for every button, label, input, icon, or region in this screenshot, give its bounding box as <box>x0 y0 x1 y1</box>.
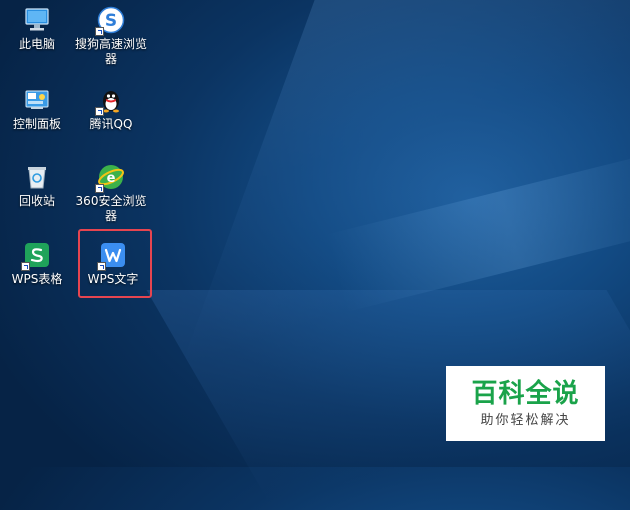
computer-icon <box>23 6 51 34</box>
watermark-badge: 百科全说 助你轻松解决 <box>446 366 605 441</box>
svg-text:e: e <box>107 171 116 186</box>
wallpaper-light-beam <box>325 147 630 313</box>
desktop-icon-label: 搜狗高速浏览器 <box>74 37 147 66</box>
desktop-icon-wps-spreadsheet[interactable]: WPS表格 <box>0 241 74 287</box>
desktop-icon-360-browser[interactable]: e 360安全浏览器 <box>74 163 148 224</box>
wallpaper-light-beam <box>183 0 630 360</box>
watermark-subtitle: 助你轻松解决 <box>480 413 571 428</box>
svg-text:S: S <box>105 11 117 31</box>
desktop-icon-control-panel[interactable]: 控制面板 <box>0 86 74 132</box>
desktop-icon-label: 回收站 <box>18 194 55 208</box>
qq-penguin-icon <box>95 86 125 116</box>
desktop-icon-label: 腾讯QQ <box>89 117 133 131</box>
desktop-icon-recycle-bin[interactable]: 回收站 <box>0 163 74 209</box>
desktop-icon-label: WPS表格 <box>11 272 63 286</box>
desktop-icon-this-pc[interactable]: 此电脑 <box>0 6 74 52</box>
watermark-title: 百科全说 <box>471 379 580 409</box>
control-panel-icon <box>23 86 51 114</box>
selection-highlight-box <box>78 229 152 298</box>
desktop-icon-qq[interactable]: 腾讯QQ <box>74 86 148 132</box>
desktop-icon-label: 360安全浏览器 <box>75 194 147 223</box>
desktop-icon-label: 此电脑 <box>18 37 55 51</box>
360-browser-icon: e <box>95 163 125 193</box>
wps-spreadsheet-icon <box>21 241 51 271</box>
desktop-icon-sogou-browser[interactable]: S 搜狗高速浏览器 <box>74 6 148 67</box>
sogou-browser-icon: S <box>95 6 125 36</box>
recycle-bin-icon <box>23 163 51 191</box>
desktop-icon-label: 控制面板 <box>12 117 61 131</box>
